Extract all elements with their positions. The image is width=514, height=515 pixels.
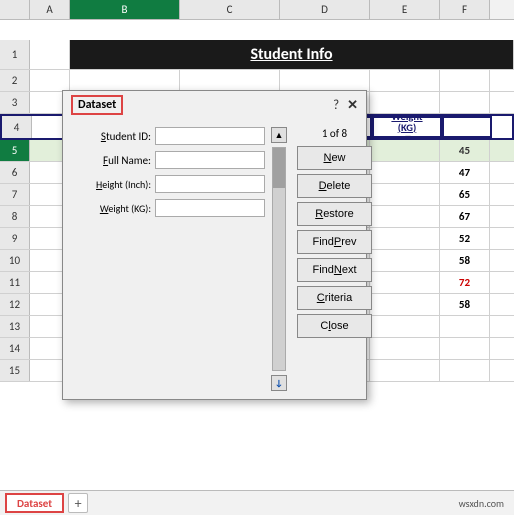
field-row-full-name: Full Name:: [71, 151, 265, 169]
row-num-14: 14: [0, 338, 30, 359]
row-num-9: 9: [0, 228, 30, 249]
field-label-student-id: Student ID:: [71, 130, 151, 143]
find-prev-button[interactable]: Find Prev: [297, 230, 372, 254]
header-weight-unit: (KG): [398, 122, 417, 134]
cell-f10[interactable]: 58: [440, 250, 490, 271]
cell-e4-weight[interactable]: Weight (KG) ▼: [372, 116, 442, 138]
corner-cell: [0, 0, 30, 19]
add-sheet-button[interactable]: +: [68, 493, 88, 513]
field-row-height: Height (Inch):: [71, 175, 265, 193]
col-header-a: A: [30, 0, 70, 19]
dropdown-arrow-weight[interactable]: ▼: [404, 134, 413, 138]
row-num-15: 15: [0, 360, 30, 381]
dialog-title-controls: ? ✕: [333, 98, 358, 113]
dialog-left-section: Student ID: Full Name: Height (Inch): We…: [71, 127, 289, 391]
dataset-dialog: Dataset ? ✕ Student ID: Full Name:: [62, 90, 367, 400]
row-num-2: 2: [0, 70, 30, 91]
field-label-height: Height (Inch):: [71, 178, 151, 191]
new-button[interactable]: New: [297, 146, 372, 170]
cell-title: Student Info: [70, 40, 514, 69]
row-1: 1 Student Info: [0, 40, 514, 70]
row-num-11: 11: [0, 272, 30, 293]
field-input-weight[interactable]: [155, 199, 265, 217]
watermark: wsxdn.com: [459, 497, 514, 510]
scroll-down-button[interactable]: ↓: [271, 375, 287, 391]
cell-f3[interactable]: [440, 92, 490, 113]
cell-f12[interactable]: 58: [440, 294, 490, 315]
scroll-track[interactable]: [272, 147, 286, 371]
dialog-body: Student ID: Full Name: Height (Inch): We…: [63, 119, 366, 399]
cell-f2[interactable]: [440, 70, 490, 91]
spreadsheet: A B C D E F 1 Student Info 2 3: [0, 0, 514, 515]
row-num-13: 13: [0, 316, 30, 337]
cell-f11[interactable]: 72: [440, 272, 490, 293]
close-button[interactable]: Close: [297, 314, 372, 338]
cell-f8[interactable]: 67: [440, 206, 490, 227]
cell-f5[interactable]: 45: [440, 140, 490, 161]
cell-b2[interactable]: [70, 70, 180, 91]
cell-e2[interactable]: [370, 70, 440, 91]
tab-bar: Dataset + wsxdn.com: [0, 490, 514, 515]
col-header-e: E: [370, 0, 440, 19]
col-header-d: D: [280, 0, 370, 19]
cell-f9[interactable]: 52: [440, 228, 490, 249]
cell-c2[interactable]: [180, 70, 280, 91]
criteria-button[interactable]: Criteria: [297, 286, 372, 310]
field-input-student-id[interactable]: [155, 127, 265, 145]
cell-e3[interactable]: [370, 92, 440, 113]
field-row-weight: Weight (KG):: [71, 199, 265, 217]
dataset-sheet-tab[interactable]: Dataset: [5, 493, 64, 513]
dialog-title-bar: Dataset ? ✕: [63, 91, 366, 119]
find-next-button[interactable]: Find Next: [297, 258, 372, 282]
cell-d2[interactable]: [280, 70, 370, 91]
row-num-10: 10: [0, 250, 30, 271]
row-num-3: 3: [0, 92, 30, 113]
cell-f6[interactable]: 47: [440, 162, 490, 183]
row-num-4: 4: [2, 116, 32, 138]
dialog-record-info: 1 of 8: [297, 127, 372, 140]
col-header-c: C: [180, 0, 280, 19]
cell-a2[interactable]: [30, 70, 70, 91]
delete-button[interactable]: Delete: [297, 174, 372, 198]
column-headers: A B C D E F: [0, 0, 514, 20]
cell-f4[interactable]: [442, 116, 492, 138]
dialog-close-button[interactable]: ✕: [347, 98, 358, 113]
dialog-title-label: Dataset: [71, 95, 123, 115]
cell-e5-weight[interactable]: [370, 140, 440, 161]
field-input-height[interactable]: [155, 175, 265, 193]
scroll-thumb: [273, 148, 285, 188]
field-label-full-name: Full Name:: [71, 154, 151, 167]
row-num-1: 1: [0, 40, 30, 69]
row-num-7: 7: [0, 184, 30, 205]
restore-button[interactable]: Restore: [297, 202, 372, 226]
field-label-weight: Weight (KG):: [71, 202, 151, 215]
field-row-student-id: Student ID:: [71, 127, 265, 145]
row-2: 2: [0, 70, 514, 92]
row-num-8: 8: [0, 206, 30, 227]
scroll-up-button[interactable]: ▲: [271, 127, 287, 143]
col-header-f: F: [440, 0, 490, 19]
dialog-scrollbar: ▲ ↓: [269, 127, 289, 391]
cell-f7[interactable]: 65: [440, 184, 490, 205]
dialog-fields: Student ID: Full Name: Height (Inch): We…: [71, 127, 265, 391]
row-num-6: 6: [0, 162, 30, 183]
field-input-full-name[interactable]: [155, 151, 265, 169]
dialog-help-button[interactable]: ?: [333, 98, 339, 113]
dialog-buttons: 1 of 8 New Delete Restore Find Prev Find…: [297, 127, 372, 391]
cell-a1[interactable]: [30, 40, 70, 69]
row-num-5: 5: [0, 140, 30, 161]
row-num-12: 12: [0, 294, 30, 315]
col-header-b[interactable]: B: [70, 0, 180, 19]
